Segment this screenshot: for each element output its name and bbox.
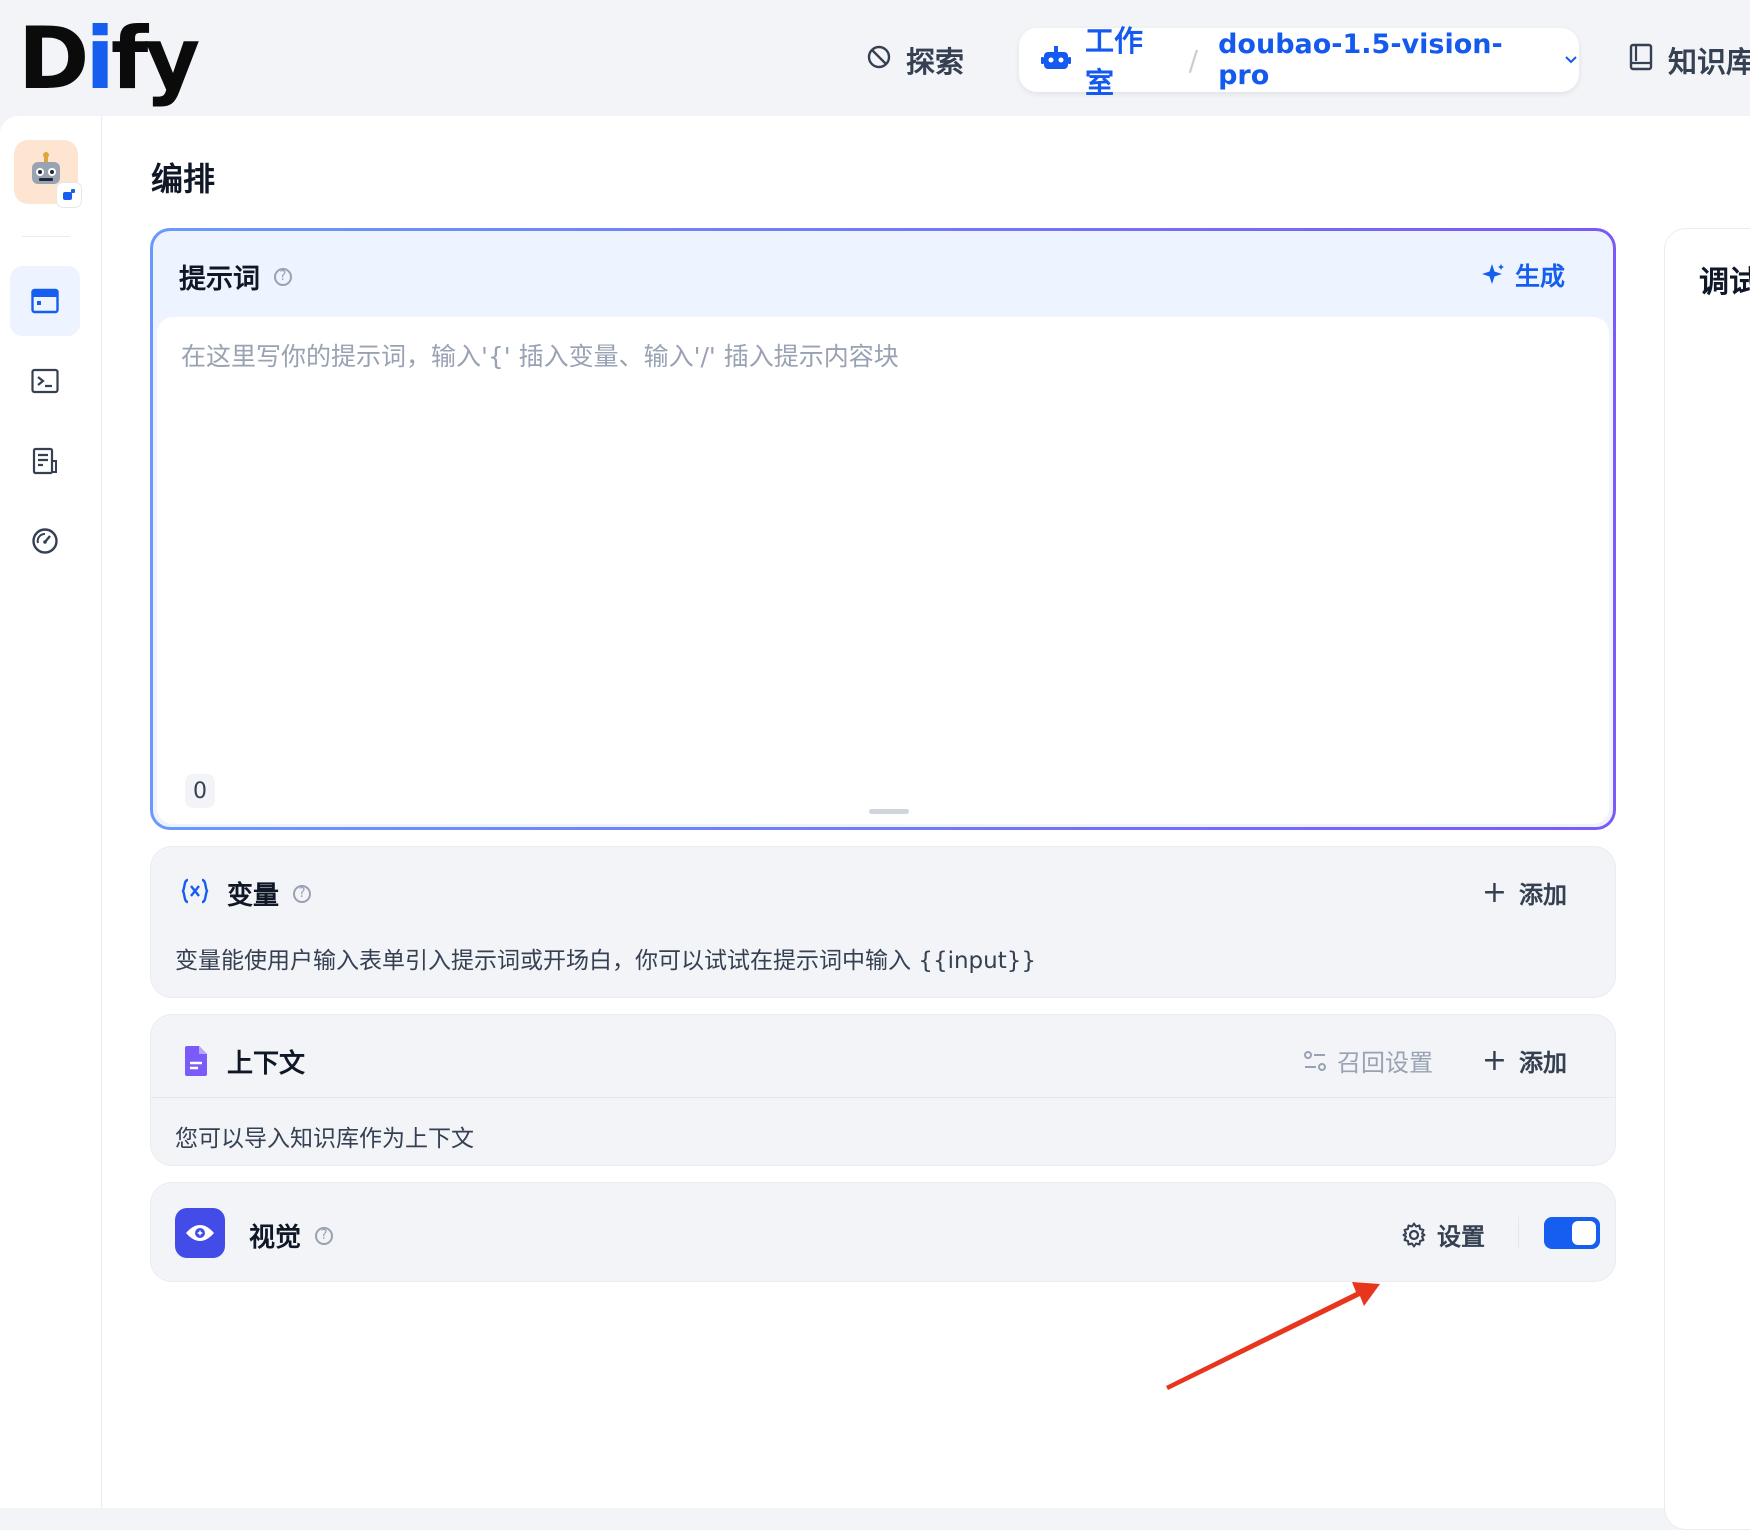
vision-title: 视觉 ? bbox=[249, 1217, 334, 1254]
variables-card: 变量 ? + 添加 变量能使用户输入表单引入提示词或开场白，你可以试试在提示词中… bbox=[150, 846, 1616, 998]
robot-icon bbox=[1041, 45, 1071, 75]
gear-icon bbox=[1402, 1222, 1426, 1247]
debug-title: 调试 bbox=[1699, 265, 1750, 300]
vision-settings-label: 设置 bbox=[1437, 1223, 1485, 1251]
debug-panel: 调试 bbox=[1664, 228, 1750, 1530]
main-content: 编排 提示词 ? 生成 在这里写你的提示词，输入'{' 插入变量、输入'/' 插… bbox=[0, 116, 1750, 1530]
explore-icon bbox=[866, 43, 892, 77]
plus-icon: + bbox=[1481, 875, 1507, 910]
context-title: 上下文 bbox=[227, 1043, 305, 1080]
context-description: 您可以导入知识库作为上下文 bbox=[175, 1126, 474, 1152]
context-card: 上下文 召回设置 + 添加 您可以导入知识库作为上下文 bbox=[150, 1014, 1616, 1166]
dify-logo[interactable]: Dify bbox=[18, 4, 201, 114]
generate-button[interactable]: 生成 bbox=[1481, 257, 1565, 293]
breadcrumb-separator: / bbox=[1188, 43, 1199, 77]
context-divider bbox=[151, 1097, 1615, 1098]
chevron-down-icon[interactable] bbox=[1563, 50, 1579, 71]
resize-handle[interactable] bbox=[869, 809, 909, 814]
prompt-title: 提示词 ? bbox=[179, 257, 292, 296]
prompt-card: 提示词 ? 生成 在这里写你的提示词，输入'{' 插入变量、输入'/' 插入提示… bbox=[150, 228, 1616, 830]
top-navigation-bar: Dify 探索 工作室 / doubao-1.5-vision-pro 知识库 bbox=[0, 0, 1750, 116]
plus-icon: + bbox=[1481, 1043, 1507, 1078]
nav-explore[interactable]: 探索 bbox=[866, 36, 964, 84]
sidebar-item-monitoring[interactable] bbox=[10, 506, 80, 576]
eye-icon bbox=[175, 1208, 225, 1258]
prompt-title-label: 提示词 bbox=[179, 264, 260, 295]
question-icon[interactable]: ? bbox=[315, 1226, 334, 1245]
add-variable-button[interactable]: + 添加 bbox=[1482, 875, 1567, 910]
nav-studio-breadcrumb[interactable]: 工作室 / doubao-1.5-vision-pro bbox=[1019, 24, 1579, 100]
page-title: 编排 bbox=[151, 160, 216, 198]
prompt-card-inner: 提示词 ? 生成 在这里写你的提示词，输入'{' 插入变量、输入'/' 插入提示… bbox=[153, 231, 1613, 827]
prompt-editor[interactable]: 在这里写你的提示词，输入'{' 插入变量、输入'/' 插入提示内容块 0 bbox=[157, 317, 1609, 824]
nav-knowledge-label: 知识库 bbox=[1668, 45, 1750, 79]
add-variable-label: 添加 bbox=[1519, 881, 1567, 909]
book-icon bbox=[1628, 43, 1654, 78]
sidebar-item-logs[interactable] bbox=[10, 426, 80, 496]
variables-description: 变量能使用户输入表单引入提示词或开场白，你可以试试在提示词中输入 {{input… bbox=[175, 948, 1037, 974]
recall-settings-icon bbox=[1304, 1050, 1326, 1071]
vision-settings-button[interactable]: 设置 bbox=[1401, 1217, 1485, 1252]
nav-studio-label[interactable]: 工作室 bbox=[1085, 18, 1169, 102]
context-title-label: 上下文 bbox=[227, 1049, 306, 1079]
generate-button-label: 生成 bbox=[1514, 262, 1565, 291]
add-context-button[interactable]: + 添加 bbox=[1482, 1043, 1567, 1078]
toggle-knob bbox=[1572, 1221, 1596, 1245]
logo-letter-i: i bbox=[85, 9, 115, 109]
variable-icon bbox=[179, 875, 211, 911]
vision-toggle[interactable] bbox=[1544, 1217, 1600, 1249]
sidebar-item-api[interactable] bbox=[10, 346, 80, 416]
vision-card: 视觉 ? 设置 bbox=[150, 1182, 1616, 1282]
orchestrate-icon bbox=[31, 288, 59, 314]
app-sidebar bbox=[0, 116, 102, 1508]
add-context-label: 添加 bbox=[1519, 1049, 1567, 1077]
logo-letters-fy: fy bbox=[110, 9, 201, 109]
document-icon bbox=[183, 1045, 209, 1081]
question-icon[interactable]: ? bbox=[274, 267, 292, 286]
char-count-badge: 0 bbox=[185, 774, 215, 808]
sparkle-icon bbox=[1481, 264, 1504, 284]
vision-separator bbox=[1518, 1217, 1519, 1249]
logo-letter-d: D bbox=[18, 9, 89, 109]
question-icon[interactable]: ? bbox=[293, 884, 312, 903]
prompt-header: 提示词 ? 生成 bbox=[153, 231, 1613, 317]
sidebar-item-orchestrate[interactable] bbox=[10, 266, 80, 336]
recall-settings-label: 召回设置 bbox=[1337, 1049, 1433, 1077]
logs-icon bbox=[32, 447, 57, 475]
prompt-placeholder: 在这里写你的提示词，输入'{' 插入变量、输入'/' 插入提示内容块 bbox=[181, 342, 899, 371]
recall-settings-button[interactable]: 召回设置 bbox=[1303, 1043, 1433, 1078]
vision-title-label: 视觉 bbox=[249, 1223, 302, 1253]
monitor-icon bbox=[32, 528, 58, 554]
variables-title: 变量 ? bbox=[227, 875, 312, 912]
sidebar-divider bbox=[22, 236, 70, 237]
app-type-badge-icon bbox=[56, 182, 82, 208]
terminal-icon bbox=[31, 368, 59, 394]
nav-knowledge[interactable]: 知识库 bbox=[1628, 36, 1750, 84]
nav-explore-label: 探索 bbox=[906, 45, 965, 79]
current-app-name[interactable]: doubao-1.5-vision-pro bbox=[1218, 29, 1541, 91]
variables-title-label: 变量 bbox=[227, 881, 280, 911]
